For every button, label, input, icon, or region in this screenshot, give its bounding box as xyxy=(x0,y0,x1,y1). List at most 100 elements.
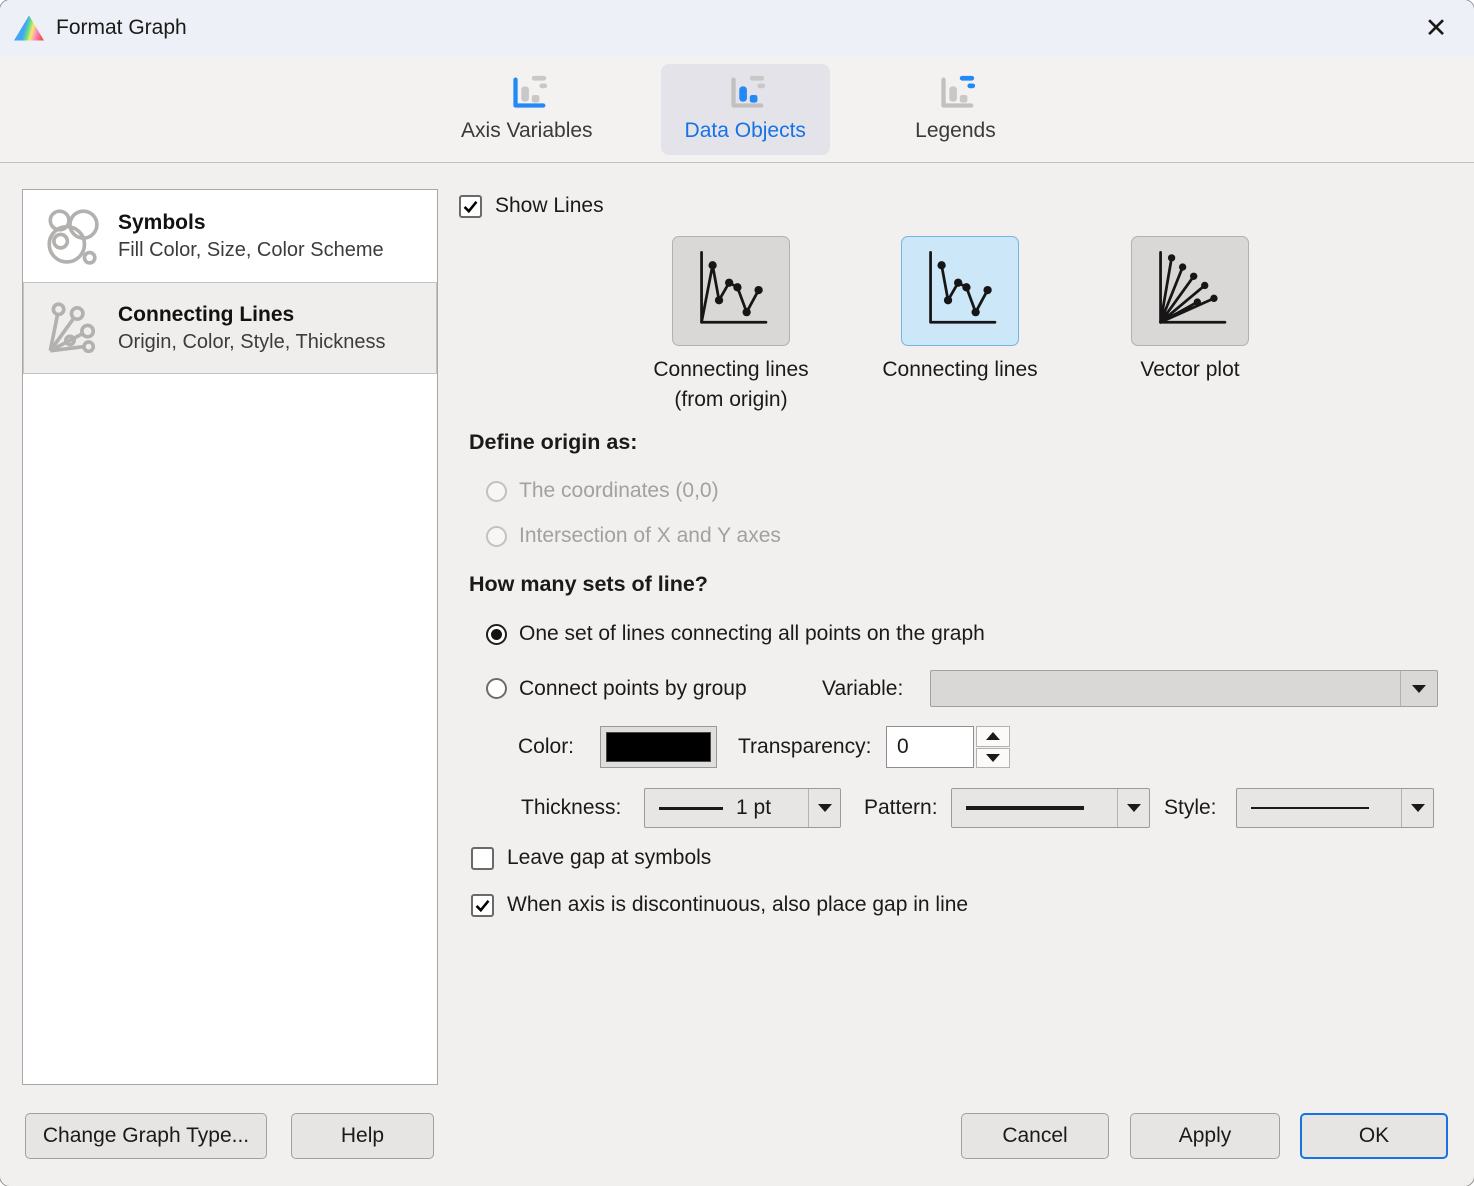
chevron-down-icon xyxy=(818,804,832,812)
arrow-down-icon xyxy=(986,754,1000,762)
window-title: Format Graph xyxy=(56,16,187,40)
pattern-label: Pattern: xyxy=(864,796,938,820)
connect-by-group-row: Connect points by group Variable: xyxy=(486,670,1438,707)
tab-label: Axis Variables xyxy=(461,119,593,143)
origin-coordinates-label: The coordinates (0,0) xyxy=(519,479,719,503)
cancel-button[interactable]: Cancel xyxy=(961,1113,1109,1159)
show-lines-checkbox[interactable] xyxy=(459,195,482,218)
dropdown-arrow-zone xyxy=(1400,671,1437,706)
tab-axis-variables[interactable]: Axis Variables xyxy=(437,64,617,155)
tab-legends[interactable]: Legends xyxy=(874,64,1037,155)
one-set-row: One set of lines connecting all points o… xyxy=(486,622,985,646)
color-swatch xyxy=(606,732,711,762)
sets-of-line-heading: How many sets of line? xyxy=(469,572,708,597)
thumb-label: Connecting lines (from origin) xyxy=(616,355,846,415)
dropdown-arrow-zone xyxy=(808,789,840,827)
ok-button[interactable]: OK xyxy=(1300,1113,1448,1159)
define-origin-heading: Define origin as: xyxy=(469,430,637,455)
origin-intersection-row: Intersection of X and Y axes xyxy=(486,524,781,548)
list-item-connecting-lines[interactable]: Connecting Lines Origin, Color, Style, T… xyxy=(23,282,437,374)
chevron-down-icon xyxy=(1411,804,1425,812)
connecting-lines-button[interactable] xyxy=(901,236,1019,346)
vector-plot-icon xyxy=(1144,245,1236,337)
pattern-sample xyxy=(966,806,1084,810)
origin-intersection-label: Intersection of X and Y axes xyxy=(519,524,781,548)
symbols-icon xyxy=(42,207,100,265)
connect-by-group-label: Connect points by group xyxy=(519,677,747,701)
dropdown-arrow-zone xyxy=(1117,789,1149,827)
transparency-label: Transparency: xyxy=(738,735,871,759)
tab-label: Data Objects xyxy=(685,119,806,143)
line-chart-icon xyxy=(914,245,1006,337)
list-item-title: Symbols xyxy=(118,209,384,237)
close-icon[interactable]: ✕ xyxy=(1418,10,1454,46)
thumb-vector-plot: Vector plot xyxy=(1075,236,1305,385)
transparency-spinner xyxy=(886,726,1010,768)
prism-logo-icon xyxy=(14,16,44,41)
discontinuous-gap-label: When axis is discontinuous, also place g… xyxy=(507,893,968,917)
list-item-subtitle: Origin, Color, Style, Thickness xyxy=(118,329,386,355)
variable-dropdown[interactable] xyxy=(930,670,1438,707)
one-set-label: One set of lines connecting all points o… xyxy=(519,622,985,646)
title-bar: Format Graph ✕ xyxy=(0,0,1474,56)
style-label: Style: xyxy=(1164,796,1217,820)
leave-gap-checkbox[interactable] xyxy=(471,847,494,870)
dropdown-arrow-zone xyxy=(1401,789,1433,827)
checkmark-icon xyxy=(462,198,479,215)
origin-coordinates-row: The coordinates (0,0) xyxy=(486,479,719,503)
format-graph-dialog: Format Graph ✕ Axis Variables Data Objec… xyxy=(0,0,1474,1186)
transparency-input[interactable] xyxy=(886,726,974,768)
list-item-title: Connecting Lines xyxy=(118,301,386,329)
change-graph-type-button[interactable]: Change Graph Type... xyxy=(25,1113,267,1159)
spinner-down-button[interactable] xyxy=(976,748,1010,769)
origin-intersection-radio xyxy=(486,526,507,547)
origin-coordinates-radio xyxy=(486,481,507,502)
axis-variables-chart-icon xyxy=(505,74,549,114)
variable-label: Variable: xyxy=(822,677,903,701)
color-label: Color: xyxy=(518,735,574,759)
tab-data-objects[interactable]: Data Objects xyxy=(661,64,830,155)
connecting-lines-icon xyxy=(42,299,100,357)
style-dropdown[interactable] xyxy=(1236,788,1434,828)
list-item-subtitle: Fill Color, Size, Color Scheme xyxy=(118,237,384,263)
thickness-label: Thickness: xyxy=(521,796,621,820)
line-chart-from-origin-icon xyxy=(685,245,777,337)
thickness-value: 1 pt xyxy=(736,796,771,820)
one-set-radio[interactable] xyxy=(486,624,507,645)
thumb-label: Vector plot xyxy=(1075,355,1305,385)
spinner-up-button[interactable] xyxy=(976,726,1010,747)
dialog-body: Symbols Fill Color, Size, Color Scheme xyxy=(0,164,1474,1186)
show-lines-label: Show Lines xyxy=(495,194,604,218)
properties-list: Symbols Fill Color, Size, Color Scheme xyxy=(22,189,438,1085)
discontinuous-gap-checkbox[interactable] xyxy=(471,894,494,917)
spinner-buttons xyxy=(976,726,1010,768)
apply-button[interactable]: Apply xyxy=(1130,1113,1280,1159)
legends-chart-icon xyxy=(933,74,977,114)
arrow-up-icon xyxy=(986,732,1000,740)
chevron-down-icon xyxy=(1127,804,1141,812)
color-transparency-row: Color: Transparency: xyxy=(518,726,1118,768)
help-button[interactable]: Help xyxy=(291,1113,434,1159)
vector-plot-button[interactable] xyxy=(1131,236,1249,346)
chevron-down-icon xyxy=(1412,685,1426,693)
thumb-connecting-lines-origin: Connecting lines (from origin) xyxy=(616,236,846,415)
tab-bar: Axis Variables Data Objects Legends xyxy=(0,56,1474,163)
line-sample xyxy=(659,807,723,810)
connecting-lines-from-origin-button[interactable] xyxy=(672,236,790,346)
thumb-connecting-lines: Connecting lines xyxy=(845,236,1075,385)
pattern-dropdown[interactable] xyxy=(951,788,1150,828)
thickness-dropdown[interactable]: 1 pt xyxy=(644,788,841,828)
connect-by-group-radio[interactable] xyxy=(486,678,507,699)
thumb-label: Connecting lines xyxy=(845,355,1075,385)
style-sample xyxy=(1251,807,1369,809)
leave-gap-row: Leave gap at symbols xyxy=(471,846,711,870)
show-lines-row: Show Lines xyxy=(459,194,604,218)
line-style-row: Thickness: 1 pt Pattern: Style: xyxy=(521,788,1441,828)
tab-label: Legends xyxy=(915,119,996,143)
color-swatch-button[interactable] xyxy=(600,726,717,768)
checkmark-icon xyxy=(474,897,491,914)
discontinuous-gap-row: When axis is discontinuous, also place g… xyxy=(471,893,968,917)
list-item-symbols[interactable]: Symbols Fill Color, Size, Color Scheme xyxy=(23,190,437,282)
data-objects-chart-icon xyxy=(723,74,767,114)
leave-gap-label: Leave gap at symbols xyxy=(507,846,711,870)
